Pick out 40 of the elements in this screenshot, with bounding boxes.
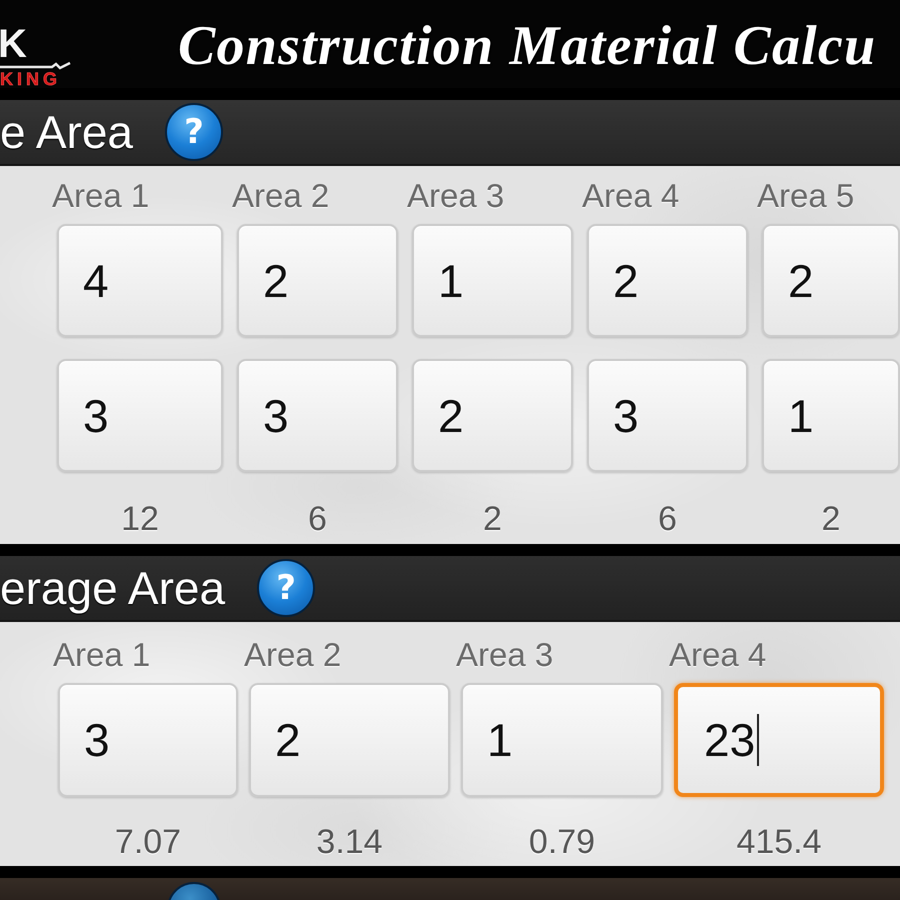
number-input[interactable]: 23 (674, 683, 884, 797)
number-input[interactable]: 1 (461, 683, 663, 797)
result-value: 415.4 (736, 822, 822, 862)
result-value: 6 (658, 499, 677, 539)
column-label: Area 2 (244, 637, 342, 673)
text-cursor-icon (757, 714, 760, 766)
column-label: Area 2 (232, 178, 330, 214)
number-input[interactable]: 3 (587, 359, 748, 472)
column-label: Area 5 (757, 178, 854, 214)
number-input[interactable]: 1 (412, 224, 573, 337)
column-label: Area 1 (53, 637, 150, 673)
result-value: 0.79 (528, 822, 596, 862)
result-value: 3.14 (316, 822, 383, 862)
number-input[interactable]: 2 (237, 224, 398, 337)
app-title: Construction Material Calcu (178, 14, 876, 78)
result-value: 7.07 (114, 822, 182, 862)
result-value: 2 (822, 499, 840, 539)
number-input[interactable]: 2 (587, 224, 748, 337)
column-label: Area 3 (407, 178, 504, 214)
help-icon[interactable] (167, 880, 221, 900)
section-title: erage Area (0, 561, 226, 615)
number-input[interactable]: 3 (237, 359, 398, 472)
logo-swoosh-icon (0, 61, 72, 71)
number-input[interactable]: 2 (249, 683, 450, 797)
number-input[interactable]: 4 (57, 224, 223, 337)
column-label: Area 4 (669, 637, 766, 673)
number-input[interactable]: 2 (762, 224, 900, 337)
number-input[interactable]: 2 (412, 359, 573, 472)
result-value: 6 (308, 499, 327, 539)
section-title: e Area (0, 105, 133, 159)
column-label: Area 1 (52, 178, 150, 214)
number-input[interactable]: 1 (762, 359, 900, 472)
logo-tagline: KING (0, 71, 61, 88)
result-value: 2 (483, 499, 502, 539)
column-label: Area 4 (582, 178, 680, 214)
number-input[interactable]: 3 (57, 359, 223, 472)
number-input[interactable]: 3 (58, 683, 238, 797)
result-value: 12 (121, 499, 159, 539)
logo-letter: K (0, 27, 27, 61)
column-label: Area 3 (456, 637, 554, 673)
